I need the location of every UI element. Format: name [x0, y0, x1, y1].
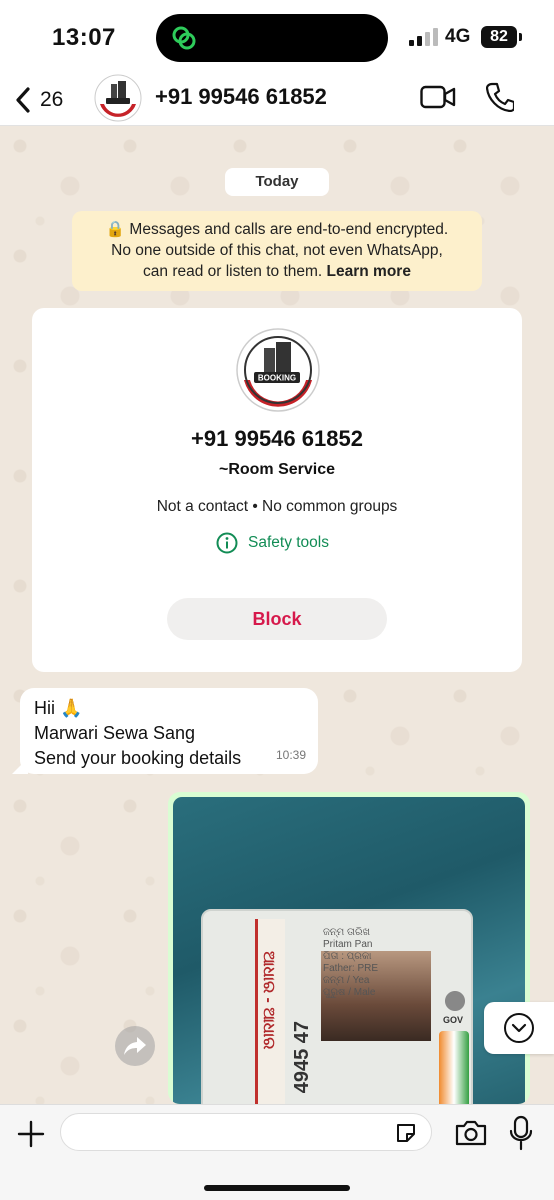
link-icon	[172, 26, 196, 50]
chevron-left-icon	[16, 87, 30, 113]
flag-strip	[439, 1031, 469, 1104]
plus-icon[interactable]	[16, 1119, 46, 1149]
camera-icon[interactable]	[454, 1119, 488, 1147]
forward-icon	[124, 1037, 146, 1055]
message-input[interactable]	[60, 1113, 432, 1151]
unread-count: 26	[40, 88, 64, 111]
microphone-icon[interactable]	[508, 1115, 534, 1151]
back-button[interactable]: 26	[14, 82, 63, 118]
forward-button[interactable]	[115, 1026, 155, 1066]
id-card-photo[interactable]: ଆଧାର - ଆଧାର 4945 47 ଜନ୍ମ ତାରିଖ Pritam Pan…	[173, 797, 525, 1104]
id-number: 4945 47	[291, 1021, 313, 1094]
id-card: ଆଧାର - ଆଧାର 4945 47 ଜନ୍ମ ତାରିଖ Pritam Pan…	[201, 909, 473, 1104]
message-composer	[0, 1104, 554, 1200]
message-time: 10:39	[275, 748, 306, 762]
safety-tools-label: Safety tools	[248, 534, 329, 551]
outgoing-image-message[interactable]: ଆଧାର - ଆଧାର 4945 47 ଜନ୍ମ ତାରିଖ Pritam Pan…	[168, 792, 530, 1104]
status-time: 13:07	[52, 24, 116, 51]
contact-avatar-large: BOOKING	[236, 328, 320, 412]
network-type: 4G	[445, 26, 471, 47]
signal-icon	[409, 28, 438, 46]
chat-title[interactable]: +91 99546 61852	[155, 84, 327, 110]
safety-tools-link[interactable]: Safety tools	[216, 530, 329, 556]
id-text-line: ଜନ୍ମ / Yea	[323, 975, 370, 986]
date-chip: Today	[225, 168, 329, 196]
id-text-line: ପିତା : ପ୍ରକା	[323, 951, 372, 962]
incoming-message[interactable]: Hii 🙏 Marwari Sewa Sang Send your bookin…	[20, 688, 318, 774]
home-indicator	[204, 1185, 350, 1191]
id-text-line: ପୁରୁଷ / Male	[323, 987, 376, 998]
encryption-line-3: can read or listen to them. Learn more	[143, 263, 411, 280]
chevron-down-icon	[504, 1013, 534, 1043]
id-text-line: ଜନ୍ମ ତାରିଖ	[323, 927, 371, 938]
scroll-to-bottom-button[interactable]	[484, 1002, 554, 1054]
id-text-line: Pritam Pan	[323, 939, 373, 950]
dynamic-island	[156, 14, 388, 62]
contact-info-card: BOOKING +91 99546 61852 ~Room Service No…	[32, 308, 522, 672]
video-call-icon[interactable]	[420, 84, 456, 110]
contact-name: ~Room Service	[218, 461, 336, 478]
block-button[interactable]: Block	[167, 598, 387, 640]
encryption-notice[interactable]: 🔒 Messages and calls are end-to-end encr…	[72, 211, 482, 291]
lock-icon: 🔒	[105, 221, 126, 238]
message-line: Hii 🙏	[34, 698, 83, 718]
id-script-text: ଆଧାର - ଆଧାର	[260, 951, 277, 1050]
battery-indicator: 82	[481, 26, 522, 48]
contact-number: +91 99546 61852	[191, 426, 363, 451]
message-line: Marwari Sewa Sang	[34, 723, 196, 743]
contact-meta: Not a contact • No common groups	[156, 498, 398, 515]
learn-more-link[interactable]: Learn more	[327, 263, 411, 280]
encryption-line-1: 🔒 Messages and calls are end-to-end encr…	[105, 221, 449, 238]
phone-icon[interactable]	[486, 82, 514, 112]
status-bar: 13:07 4G 82	[0, 0, 554, 76]
message-line: Send your booking details	[34, 748, 242, 768]
contact-avatar[interactable]	[94, 74, 142, 122]
chat-header: 26 +91 99546 61852	[0, 74, 554, 126]
avatar-label: BOOKING	[258, 374, 296, 383]
id-gov-label: GOV	[443, 1015, 464, 1025]
encryption-line-2: No one outside of this chat, not even Wh…	[111, 242, 443, 259]
id-text-line: Father: PRE	[323, 963, 379, 974]
sticker-icon[interactable]	[394, 1121, 418, 1145]
id-text-lines: ଜନ୍ମ ତାରିଖ Pritam Pan ପିତା : ପ୍ରକା Father: …	[323, 927, 378, 999]
info-icon	[216, 532, 238, 554]
